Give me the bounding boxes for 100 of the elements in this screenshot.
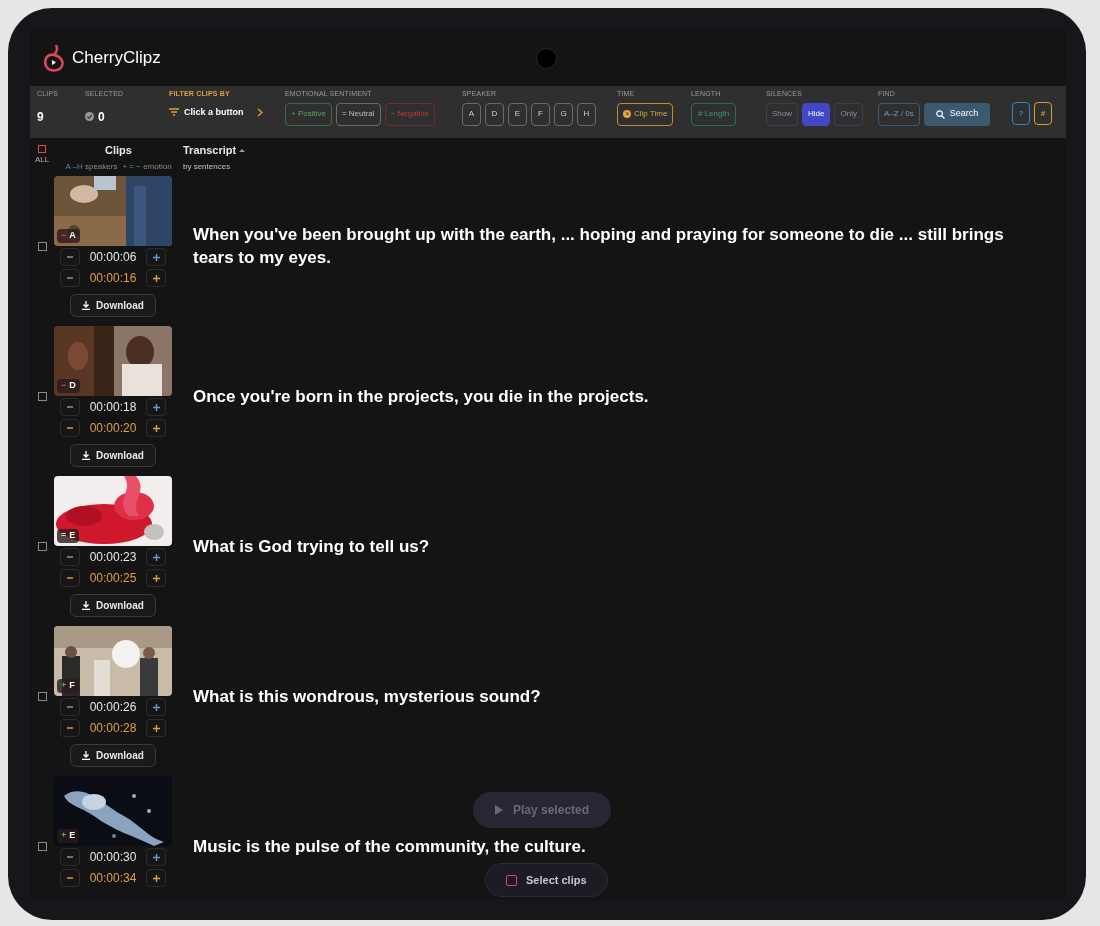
plus-icon [152, 874, 160, 882]
speaker-letter: E [69, 829, 76, 843]
start-time: 00:00:26 [88, 699, 138, 716]
clip-thumbnail[interactable]: − D [54, 326, 172, 396]
sort-button[interactable]: A–Z / 0s [878, 102, 920, 126]
increase-button[interactable] [146, 248, 166, 266]
download-button[interactable]: Download [70, 744, 156, 767]
decrease-button[interactable] [60, 248, 80, 266]
decrease-button[interactable] [60, 869, 80, 887]
legend-text: speakers [83, 160, 118, 173]
transcript-subheading: by sentences [183, 160, 232, 173]
clip-time-button[interactable]: Clip Time [617, 102, 674, 126]
download-button[interactable]: Download [70, 594, 156, 617]
speaker-filter-button[interactable]: G [554, 102, 573, 126]
clip-thumbnail[interactable]: − A [54, 176, 172, 246]
clip-checkbox[interactable] [37, 541, 47, 551]
legend-text: + = − [122, 160, 141, 173]
clock-icon [623, 110, 631, 118]
emotion-symbol: − [61, 229, 67, 243]
end-time: 00:00:28 [88, 720, 138, 737]
end-time: 00:00:25 [88, 570, 138, 587]
transcript-heading: Transcript [183, 143, 237, 158]
start-time: 00:00:30 [88, 849, 138, 866]
toolbar-icon-button[interactable]: # [1034, 102, 1052, 125]
emotion-symbol: − [61, 379, 67, 393]
selected-count: 0 [98, 108, 105, 126]
transcript-sentence: When you've been brought up with the earth, ... hoping and praying for someone to die ... still brings tears to my eyes. [193, 224, 1005, 269]
chevron-right-icon [256, 107, 263, 117]
increase-button[interactable] [146, 569, 166, 587]
sentiment-filter-button[interactable]: + Positive [285, 102, 332, 126]
speaker-filter-button[interactable]: H [577, 102, 596, 126]
transcript-sentence: What is this wondrous, mysterious sound? [193, 685, 541, 708]
decrease-button[interactable] [60, 419, 80, 437]
increase-button[interactable] [146, 419, 166, 437]
end-time: 00:00:16 [88, 270, 138, 287]
increase-button[interactable] [146, 869, 166, 887]
clip-thumbnail[interactable]: + E [54, 776, 172, 846]
plus-icon [152, 403, 160, 411]
search-button[interactable]: Search [923, 102, 991, 126]
decrease-button[interactable] [60, 719, 80, 737]
speaker-filter-button[interactable]: E [508, 102, 527, 126]
cherry-logo-icon [42, 43, 66, 73]
filter-button[interactable]: Click a button [169, 105, 285, 119]
download-icon [82, 601, 91, 610]
clip-checkbox[interactable] [37, 241, 47, 251]
minus-icon [67, 727, 73, 729]
increase-button[interactable] [146, 698, 166, 716]
download-button[interactable]: Download [70, 294, 156, 317]
increase-button[interactable] [146, 548, 166, 566]
start-time: 00:00:06 [88, 249, 138, 266]
play-icon [495, 805, 503, 815]
download-icon [82, 451, 91, 460]
start-time: 00:00:23 [88, 549, 138, 566]
plus-icon [152, 724, 160, 732]
app-logo-text: CherryClipz [72, 47, 161, 70]
silences-option[interactable]: Only [834, 102, 863, 126]
plus-icon [152, 274, 160, 282]
decrease-button[interactable] [60, 398, 80, 416]
download-button[interactable]: Download [70, 444, 156, 467]
minus-icon [67, 277, 73, 279]
decrease-button[interactable] [60, 848, 80, 866]
end-time: 00:00:20 [88, 420, 138, 437]
decrease-button[interactable] [60, 569, 80, 587]
decrease-button[interactable] [60, 269, 80, 287]
legend-text: A –H [65, 160, 83, 173]
plus-icon [152, 253, 160, 261]
silences-option[interactable]: Hide [802, 102, 831, 126]
clip-checkbox[interactable] [37, 841, 47, 851]
clips-heading: Clips [105, 143, 132, 158]
select-clips-button[interactable]: Select clips [485, 863, 608, 897]
increase-button[interactable] [146, 269, 166, 287]
select-all-checkbox[interactable] [38, 145, 46, 153]
clip-checkbox[interactable] [37, 691, 47, 701]
plus-icon [152, 853, 160, 861]
length-button[interactable]: # Length [691, 102, 737, 126]
download-icon [82, 301, 91, 310]
sentiment-filter-button[interactable]: = Neutral [335, 102, 381, 126]
silences-option[interactable]: Show [766, 102, 798, 126]
speaker-letter: A [69, 229, 76, 243]
plus-icon [152, 574, 160, 582]
transcript-sentence: What is God trying to tell us? [193, 535, 430, 558]
legend-text: emotion [142, 160, 172, 173]
decrease-button[interactable] [60, 548, 80, 566]
decrease-button[interactable] [60, 698, 80, 716]
plus-icon [152, 703, 160, 711]
clip-thumbnail[interactable]: + F [54, 626, 172, 696]
increase-button[interactable] [146, 719, 166, 737]
increase-button[interactable] [146, 848, 166, 866]
minus-icon [67, 577, 73, 579]
clip-checkbox[interactable] [37, 391, 47, 401]
plus-icon [152, 424, 160, 432]
emotion-symbol: + [61, 679, 67, 693]
minus-icon [67, 706, 73, 708]
clip-thumbnail[interactable]: = E [54, 476, 172, 546]
speaker-filter-button[interactable]: F [531, 102, 550, 126]
clip-count: 9 [37, 108, 45, 126]
plus-icon [152, 553, 160, 561]
increase-button[interactable] [146, 398, 166, 416]
speaker-filter-button[interactable]: D [485, 102, 504, 126]
speaker-filter-button[interactable]: A [462, 102, 481, 126]
